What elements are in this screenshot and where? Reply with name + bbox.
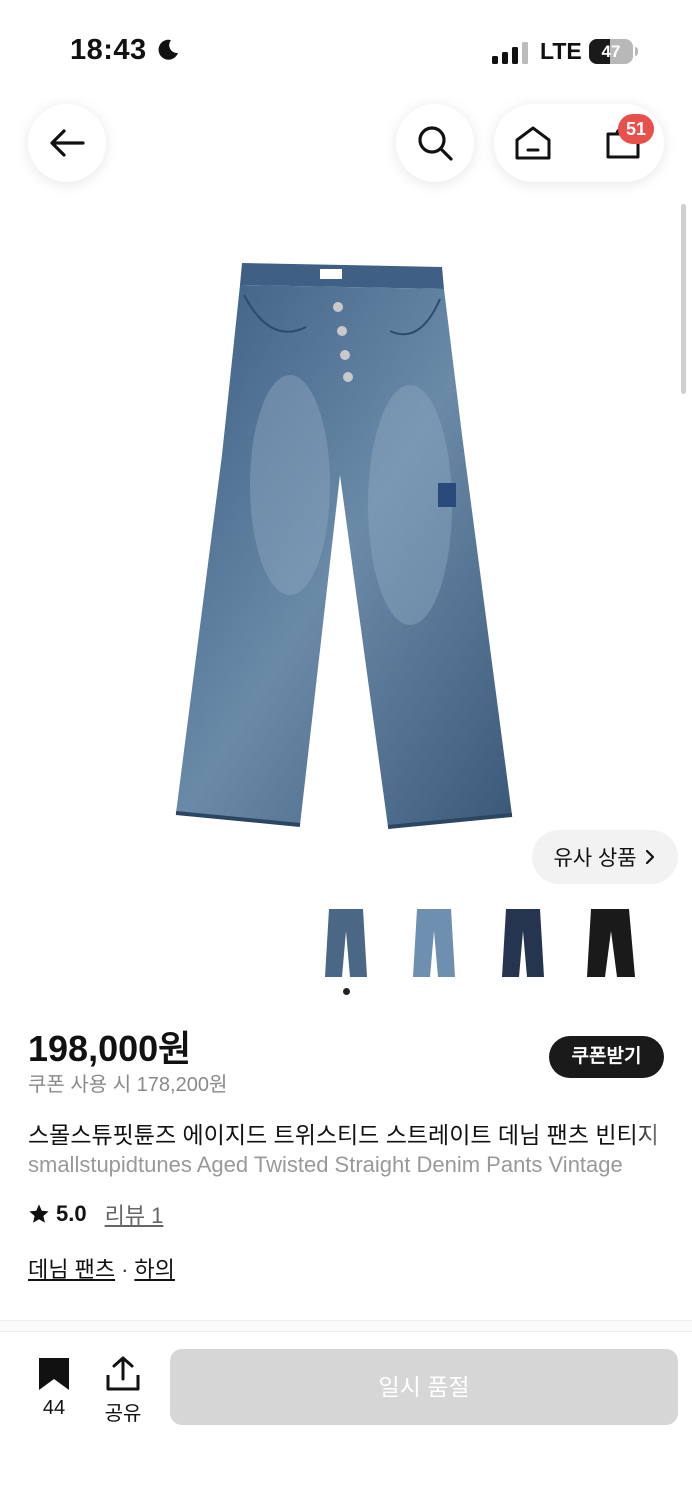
thumbnail-image — [502, 909, 544, 977]
rating: 5.0 리뷰 1 — [28, 1198, 163, 1230]
review-link[interactable]: 리뷰 1 — [105, 1198, 164, 1230]
arrow-left-icon — [50, 129, 85, 157]
category-link-denim[interactable]: 데님 팬츠 — [28, 1257, 115, 1282]
share-label: 공유 — [104, 1403, 142, 1425]
thumbnail-2[interactable] — [399, 900, 469, 986]
section-divider — [0, 1320, 692, 1332]
battery-level: 47 — [601, 42, 621, 61]
signal-icon — [492, 42, 528, 64]
rating-value: 5.0 — [56, 1201, 87, 1226]
home-icon — [515, 126, 551, 160]
star-icon — [29, 1204, 49, 1223]
thumbnail-3[interactable] — [488, 900, 558, 986]
search-icon — [418, 126, 453, 161]
category-breadcrumb: 데님 팬츠 · 하의 — [28, 1252, 175, 1284]
price: 198,000원 — [28, 1028, 192, 1069]
bookmark-icon — [39, 1358, 69, 1390]
status-bar: 18:43 LTE 47 — [0, 0, 692, 100]
bookmark-button[interactable]: 44 — [34, 1356, 74, 1436]
coupon-price: 쿠폰 사용 시 178,200원 — [28, 1074, 228, 1096]
status-time: 18:43 — [70, 34, 147, 66]
home-button[interactable] — [508, 118, 558, 168]
product-title: 스몰스튜핏튠즈 에이지드 트위스티드 스트레이트 데님 팬츠 빈티지 — [28, 1122, 659, 1148]
cart-count-badge: 51 — [618, 114, 654, 144]
product-title-en: smallstupidtunes Aged Twisted Straight D… — [28, 1152, 623, 1177]
category-link-bottoms[interactable]: 하의 — [134, 1257, 174, 1282]
thumbnail-image — [325, 909, 367, 977]
share-button[interactable]: 공유 — [100, 1356, 146, 1436]
thumbnail-image — [587, 909, 635, 977]
scrollbar[interactable] — [681, 204, 686, 394]
battery-icon: 47 — [589, 39, 639, 64]
product-image[interactable] — [170, 255, 520, 845]
similar-products-button[interactable]: 유사 상품 — [532, 830, 678, 884]
thumbnail-4[interactable] — [576, 900, 646, 986]
network-label: LTE — [540, 38, 582, 64]
back-button[interactable] — [28, 104, 106, 182]
category-separator: · — [121, 1257, 129, 1282]
soldout-button[interactable]: 일시 품절 — [170, 1349, 678, 1425]
bookmark-count: 44 — [42, 1397, 66, 1419]
chevron-right-icon — [645, 849, 654, 865]
share-icon — [106, 1356, 140, 1391]
similar-products-label: 유사 상품 — [553, 847, 637, 870]
search-button[interactable] — [396, 104, 474, 182]
thumbnail-image — [413, 909, 455, 977]
coupon-button[interactable]: 쿠폰받기 — [549, 1036, 664, 1078]
nav-pill: 51 — [494, 104, 664, 182]
thumbnail-1[interactable] — [311, 900, 381, 986]
moon-icon — [158, 39, 178, 60]
carousel-indicator — [343, 988, 350, 995]
